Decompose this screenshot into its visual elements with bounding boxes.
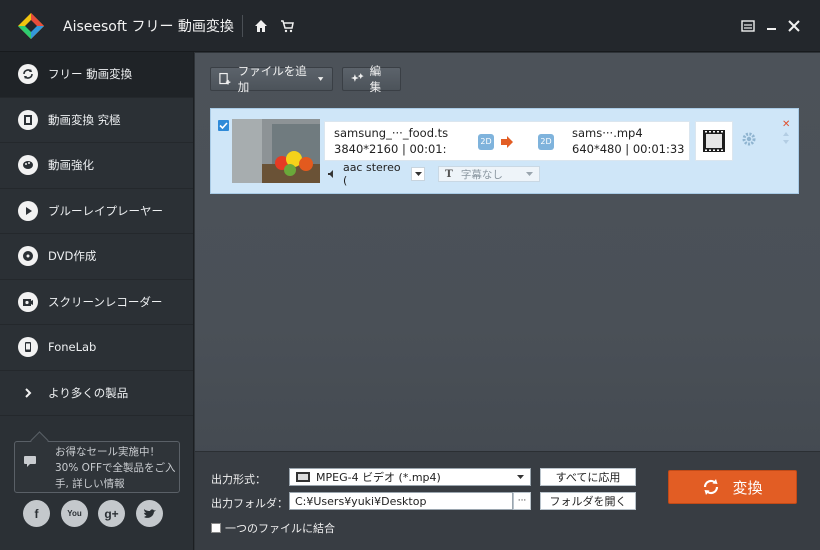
add-file-button[interactable]: ファイルを追加 bbox=[210, 64, 333, 94]
file-row[interactable]: samsung_···_food.ts 3840*2160 | 00:01: 2… bbox=[210, 108, 799, 194]
edit-button[interactable]: 編集 bbox=[342, 64, 401, 94]
subtitle-value: 字幕なし bbox=[460, 168, 503, 181]
phone-icon bbox=[18, 337, 38, 358]
arrow-right-icon bbox=[501, 136, 513, 148]
sidebar-item-label: スクリーンレコーダー bbox=[48, 294, 163, 309]
main-area: ファイルを追加 編集 samsung_···_food.ts 3840*2160… bbox=[195, 53, 820, 550]
youtube-icon[interactable]: You bbox=[61, 500, 88, 527]
output-folder-value: C:¥Users¥yuki¥Desktop bbox=[295, 494, 427, 508]
apply-all-button[interactable]: すべてに応用 bbox=[540, 468, 636, 486]
sidebar-item-more-products[interactable]: より多くの製品 bbox=[0, 371, 193, 416]
chevron-down-icon bbox=[517, 475, 524, 479]
chevron-down-icon bbox=[526, 172, 533, 176]
chat-icon bbox=[24, 456, 36, 467]
add-file-label: ファイルを追加 bbox=[237, 64, 307, 94]
promo-text: お得なセール実施中！30% OFFで全製品をご入手, 詳しい情報 bbox=[55, 446, 176, 490]
sidebar-item-free-converter[interactable]: フリー 動画変換 bbox=[0, 52, 193, 98]
audio-track-value: aac stereo ( bbox=[342, 161, 401, 187]
sidebar: フリー 動画変換 動画変換 究極 動画強化 ブルーレイプレーヤー DVD作成 ス… bbox=[0, 52, 194, 550]
chevron-down-icon bbox=[411, 167, 425, 181]
camera-icon bbox=[18, 291, 38, 312]
format-film-icon bbox=[296, 472, 310, 482]
film-icon bbox=[18, 109, 38, 130]
sidebar-item-bluray-player[interactable]: ブルーレイプレーヤー bbox=[0, 189, 193, 234]
sparkle-icon bbox=[351, 73, 364, 82]
output-format-select[interactable]: MPEG-4 ビデオ (*.mp4) bbox=[289, 468, 531, 486]
sidebar-item-label: フリー 動画変換 bbox=[48, 67, 133, 82]
target-file-name: sams···.mp4 bbox=[572, 126, 643, 140]
file-checkbox[interactable] bbox=[218, 120, 229, 131]
sidebar-item-dvd-creator[interactable]: DVD作成 bbox=[0, 234, 193, 280]
palette-icon bbox=[18, 155, 38, 176]
sidebar-item-label: 動画変換 究極 bbox=[48, 112, 121, 127]
reorder-icon[interactable] bbox=[782, 131, 790, 145]
audio-track-dropdown[interactable]: aac stereo ( bbox=[327, 161, 425, 187]
merge-checkbox-box[interactable] bbox=[211, 523, 221, 533]
twitter-icon[interactable] bbox=[136, 500, 163, 527]
feedback-icon[interactable] bbox=[740, 18, 756, 34]
close-icon[interactable] bbox=[786, 18, 802, 34]
remove-file-icon[interactable]: ✕ bbox=[782, 119, 790, 130]
output-folder-input[interactable]: C:¥Users¥yuki¥Desktop bbox=[289, 492, 513, 510]
sidebar-item-ultimate-converter[interactable]: 動画変換 究極 bbox=[0, 98, 193, 143]
sidebar-item-label: より多くの製品 bbox=[48, 385, 129, 400]
convert-button[interactable]: 変換 bbox=[668, 470, 797, 504]
text-icon: T bbox=[445, 168, 453, 180]
browse-folder-button[interactable]: ··· bbox=[513, 492, 531, 510]
file-info-box: samsung_···_food.ts 3840*2160 | 00:01: 2… bbox=[324, 121, 690, 161]
video-thumbnail[interactable] bbox=[232, 119, 320, 183]
convert-label: 変換 bbox=[732, 478, 763, 497]
output-panel: 出力形式： MPEG-4 ビデオ (*.mp4) すべてに応用 出力フォルダ： … bbox=[195, 451, 820, 550]
chevron-right-icon bbox=[18, 383, 38, 403]
output-format-button[interactable] bbox=[695, 121, 733, 161]
source-2d-badge[interactable]: 2D bbox=[478, 134, 494, 150]
open-folder-button[interactable]: フォルダを開く bbox=[540, 492, 636, 510]
speaker-icon bbox=[327, 170, 333, 178]
convert-icon bbox=[704, 479, 719, 495]
merge-checkbox[interactable]: 一つのファイルに結合 bbox=[211, 520, 335, 536]
play-icon bbox=[18, 200, 38, 221]
sidebar-item-label: FoneLab bbox=[48, 340, 97, 355]
google-plus-icon[interactable]: g+ bbox=[98, 500, 125, 527]
chevron-down-icon bbox=[317, 77, 324, 81]
target-2d-badge[interactable]: 2D bbox=[538, 134, 554, 150]
output-folder-label: 出力フォルダ： bbox=[211, 497, 288, 510]
sidebar-item-label: 動画強化 bbox=[48, 158, 94, 173]
cart-icon[interactable] bbox=[280, 19, 294, 33]
sidebar-item-fonelab[interactable]: FoneLab bbox=[0, 325, 193, 371]
source-file-name: samsung_···_food.ts bbox=[334, 126, 449, 140]
output-format-value: MPEG-4 ビデオ (*.mp4) bbox=[316, 471, 441, 484]
title-bar: Aiseesoft フリー 動画変換 bbox=[0, 0, 820, 52]
merge-label: 一つのファイルに結合 bbox=[225, 522, 335, 535]
sidebar-item-screen-recorder[interactable]: スクリーンレコーダー bbox=[0, 280, 193, 325]
sidebar-item-video-enhance[interactable]: 動画強化 bbox=[0, 143, 193, 189]
sidebar-item-label: DVD作成 bbox=[48, 249, 97, 264]
subtitle-dropdown[interactable]: T 字幕なし bbox=[438, 166, 540, 182]
facebook-icon[interactable]: f bbox=[23, 500, 50, 527]
convert-icon bbox=[18, 64, 38, 85]
sidebar-item-label: ブルーレイプレーヤー bbox=[48, 203, 163, 218]
output-format-label: 出力形式： bbox=[211, 473, 266, 486]
source-file-meta: 3840*2160 | 00:01: bbox=[334, 142, 447, 156]
gear-icon[interactable] bbox=[741, 131, 757, 147]
title-separator bbox=[242, 15, 243, 37]
app-logo-icon bbox=[18, 13, 44, 39]
disc-icon bbox=[18, 246, 38, 267]
film-strip-icon bbox=[703, 130, 725, 152]
edit-label: 編集 bbox=[369, 64, 382, 94]
add-file-icon bbox=[219, 72, 231, 85]
promo-box[interactable]: お得なセール実施中！30% OFFで全製品をご入手, 詳しい情報 bbox=[14, 441, 180, 493]
target-file-meta: 640*480 | 00:01:33 bbox=[572, 142, 685, 156]
minimize-icon[interactable] bbox=[764, 18, 780, 34]
home-icon[interactable] bbox=[254, 19, 268, 33]
app-title: Aiseesoft フリー 動画変換 bbox=[63, 19, 234, 35]
